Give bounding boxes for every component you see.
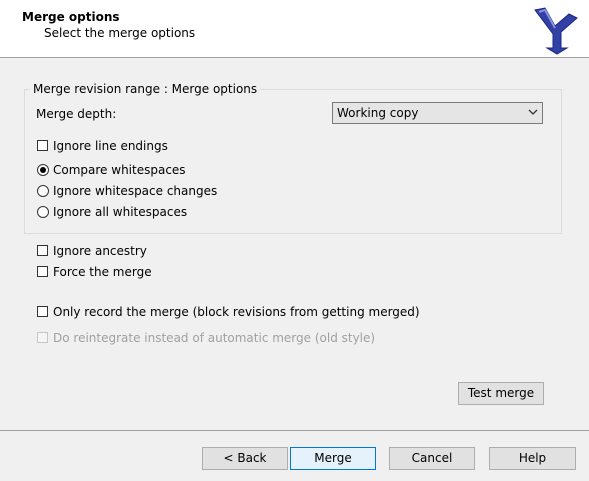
- compare-whitespaces-label[interactable]: Compare whitespaces: [53, 163, 186, 177]
- footer-divider: [0, 430, 589, 431]
- cancel-button[interactable]: Cancel: [389, 447, 475, 470]
- chevron-down-icon: [528, 109, 538, 115]
- force-merge-label[interactable]: Force the merge: [53, 265, 152, 279]
- page-subtitle: Select the merge options: [44, 26, 196, 40]
- merge-button[interactable]: Merge: [290, 447, 376, 470]
- ignore-line-endings-label[interactable]: Ignore line endings: [53, 139, 168, 153]
- ignore-whitespace-changes-radio[interactable]: [37, 185, 49, 197]
- tortoisesvn-merge-logo-icon: [534, 7, 578, 55]
- ignore-ancestry-checkbox[interactable]: [37, 245, 48, 256]
- record-only-label[interactable]: Only record the merge (block revisions f…: [53, 305, 420, 319]
- compare-whitespaces-radio[interactable]: [37, 164, 49, 176]
- help-button[interactable]: Help: [489, 447, 576, 470]
- page-title: Merge options: [22, 10, 120, 24]
- reintegrate-label: Do reintegrate instead of automatic merg…: [53, 331, 376, 345]
- force-merge-checkbox[interactable]: [37, 266, 48, 277]
- merge-depth-value: Working copy: [337, 106, 419, 120]
- test-merge-button[interactable]: Test merge: [458, 382, 544, 405]
- ignore-ancestry-label[interactable]: Ignore ancestry: [53, 244, 147, 258]
- group-legend: Merge revision range : Merge options: [30, 82, 261, 96]
- ignore-all-whitespaces-label[interactable]: Ignore all whitespaces: [53, 205, 187, 219]
- reintegrate-checkbox: [37, 332, 48, 343]
- merge-depth-dropdown[interactable]: Working copy: [332, 102, 543, 124]
- ignore-whitespace-changes-label[interactable]: Ignore whitespace changes: [53, 184, 217, 198]
- wizard-header: Merge options Select the merge options: [0, 0, 589, 58]
- record-only-checkbox[interactable]: [37, 306, 48, 317]
- radio-selected-dot: [40, 167, 46, 173]
- ignore-line-endings-checkbox[interactable]: [37, 140, 48, 151]
- ignore-all-whitespaces-radio[interactable]: [37, 206, 49, 218]
- back-button[interactable]: < Back: [202, 447, 288, 470]
- merge-depth-label: Merge depth:: [36, 107, 117, 121]
